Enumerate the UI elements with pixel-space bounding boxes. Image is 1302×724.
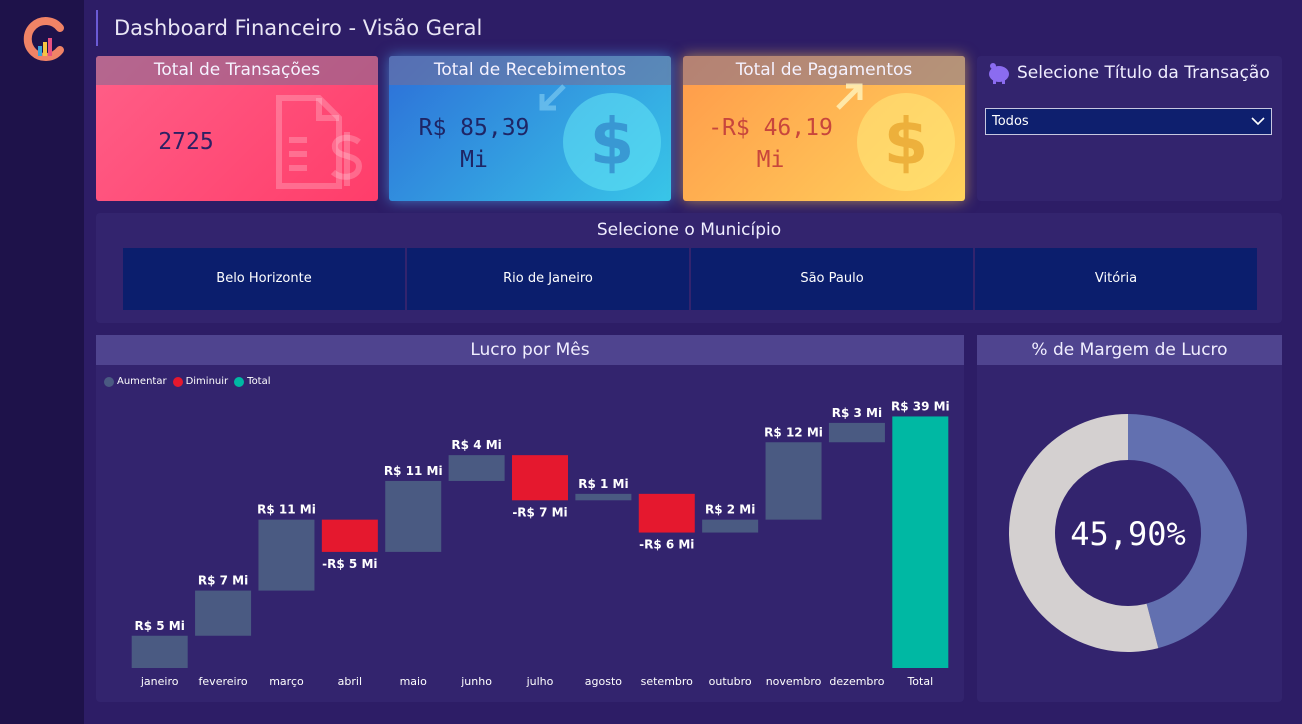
waterfall-bar[interactable]: [258, 519, 315, 591]
municipio-slicer: Selecione o Município Belo Horizonte Rio…: [96, 213, 1282, 323]
dropdown-selected-value: Todos: [992, 114, 1029, 129]
data-label: R$ 11 Mi: [257, 503, 316, 517]
waterfall-bar[interactable]: [385, 480, 442, 552]
card-total-transacoes: Total de Transações 2725: [96, 56, 378, 201]
waterfall-bar[interactable]: [512, 455, 568, 501]
data-label: -R$ 6 Mi: [639, 538, 694, 552]
data-label: R$ 11 Mi: [384, 464, 443, 478]
data-label: -R$ 5 Mi: [322, 557, 377, 571]
x-tick-label: janeiro: [140, 675, 179, 688]
lucro-por-mes-chart: Lucro por Mês Aumentar Diminuir Total R$…: [96, 335, 964, 702]
x-tick-label: junho: [460, 675, 492, 688]
chevron-down-icon: [1251, 117, 1265, 126]
municipio-button-sao-paulo[interactable]: São Paulo: [691, 248, 973, 310]
x-tick-label: dezembro: [829, 675, 884, 688]
waterfall-bar[interactable]: [131, 635, 188, 668]
x-tick-label: março: [269, 675, 304, 688]
svg-text:$: $: [590, 106, 635, 180]
waterfall-bar[interactable]: [702, 519, 759, 533]
x-tick-label: fevereiro: [199, 675, 248, 688]
waterfall-bar[interactable]: [575, 493, 632, 501]
x-tick-label: abril: [338, 675, 362, 688]
piggy-bank-icon: [989, 63, 1009, 84]
data-label: R$ 39 Mi: [891, 399, 950, 413]
municipio-button-vitoria[interactable]: Vitória: [975, 248, 1257, 310]
slicer-title: Selecione Título da Transação: [1017, 63, 1270, 83]
dollar-coin-icon: $: [539, 84, 661, 191]
x-tick-label: maio: [400, 675, 428, 688]
main-area: Dashboard Financeiro - Visão Geral Total…: [84, 0, 1302, 724]
waterfall-bar[interactable]: [765, 442, 822, 520]
svg-text:$: $: [884, 106, 929, 180]
transaction-title-dropdown[interactable]: Todos: [985, 108, 1272, 135]
data-label: R$ 2 Mi: [705, 503, 755, 517]
municipio-button-belo-horizonte[interactable]: Belo Horizonte: [123, 248, 405, 310]
donut-center-label: 45,90%: [1070, 515, 1186, 553]
data-label: R$ 1 Mi: [578, 477, 628, 491]
x-tick-label: Total: [906, 675, 933, 688]
data-label: R$ 3 Mi: [832, 406, 882, 420]
donut-plot: 45,90%: [1009, 414, 1248, 652]
x-tick-label: agosto: [585, 675, 622, 688]
municipio-button-rio-de-janeiro[interactable]: Rio de Janeiro: [407, 248, 689, 310]
waterfall-bar[interactable]: [828, 422, 885, 443]
waterfall-bar[interactable]: [892, 416, 949, 668]
sidebar: [0, 0, 84, 724]
dollar-coin-icon: $: [836, 83, 955, 191]
data-label: R$ 12 Mi: [764, 425, 823, 439]
data-label: R$ 4 Mi: [451, 438, 501, 452]
page-title: Dashboard Financeiro - Visão Geral: [114, 16, 483, 40]
waterfall-bar[interactable]: [321, 519, 378, 552]
x-tick-label: setembro: [641, 675, 694, 688]
transaction-title-slicer: Selecione Título da Transação Todos: [977, 56, 1282, 201]
card-value-unit: Mi: [460, 147, 488, 173]
card-value: -R$ 46,19: [708, 115, 833, 141]
waterfall-bar[interactable]: [638, 493, 695, 533]
card-total-recebimentos: Total de Recebimentos $ R$ 85,39 Mi: [389, 56, 671, 201]
card-value: R$ 85,39: [418, 115, 530, 141]
x-tick-label: julho: [526, 675, 554, 688]
title-bar: Dashboard Financeiro - Visão Geral: [96, 10, 482, 46]
x-tick-label: outubro: [709, 675, 752, 688]
card-value: 2725: [158, 129, 214, 155]
waterfall-plot: R$ 5 Mi janeiro R$ 7 Mi fevereiro R$ 11 Mi ma…: [131, 399, 950, 688]
invoice-icon: [276, 95, 363, 189]
waterfall-bar[interactable]: [195, 590, 252, 636]
app-logo-icon: [23, 17, 64, 61]
card-value-unit: Mi: [756, 147, 785, 173]
slicer-title: Selecione o Município: [596, 220, 782, 240]
margem-de-lucro-chart: % de Margem de Lucro 45,90%: [977, 335, 1282, 702]
data-label: -R$ 7 Mi: [512, 505, 567, 519]
x-tick-label: novembro: [766, 675, 822, 688]
card-title: Total de Transações: [96, 56, 378, 85]
data-label: R$ 5 Mi: [135, 619, 185, 633]
data-label: R$ 7 Mi: [198, 574, 248, 588]
card-total-pagamentos: Total de Pagamentos $ -R$ 46,19 Mi: [683, 56, 965, 201]
waterfall-bar[interactable]: [448, 455, 505, 481]
